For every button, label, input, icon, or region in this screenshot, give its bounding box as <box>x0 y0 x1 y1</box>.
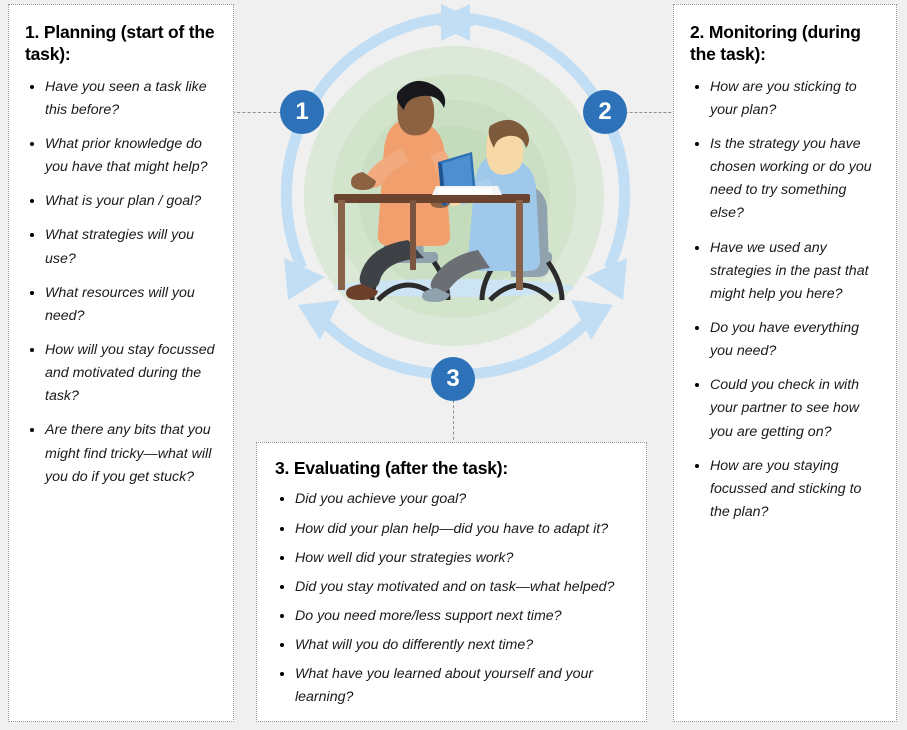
list-item: What have you learned about yourself and… <box>275 663 628 709</box>
list-item: What prior knowledge do you have that mi… <box>25 133 217 179</box>
step-badge-1-label: 1 <box>295 98 309 125</box>
desk-notebook <box>438 188 492 194</box>
panel-evaluating-list: Did you achieve your goal? How did your … <box>275 488 628 709</box>
step-badge-1[interactable]: 1 <box>280 90 324 134</box>
desk-leg-mid <box>410 200 416 270</box>
list-item: How well did your strategies work? <box>275 547 628 570</box>
list-item: Have we used any strategies in the past … <box>690 237 880 306</box>
panel-monitoring: 2. Monitoring (during the task): How are… <box>673 4 897 722</box>
panel-planning-list: Have you seen a task like this before? W… <box>25 76 217 489</box>
list-item: Have you seen a task like this before? <box>25 76 217 122</box>
panel-evaluating-title: 3. Evaluating (after the task): <box>275 458 509 478</box>
list-item: What resources will you need? <box>25 282 217 328</box>
panel-planning: 1. Planning (start of the task): Have yo… <box>8 4 234 722</box>
panel-evaluating: 3. Evaluating (after the task): Did you … <box>256 442 647 722</box>
list-item: Did you stay motivated and on task—what … <box>275 576 628 599</box>
list-item: Are there any bits that you might find t… <box>25 419 217 488</box>
step-badge-3[interactable]: 3 <box>431 357 475 401</box>
list-item: Do you need more/less support next time? <box>275 605 628 628</box>
list-item: Is the strategy you have chosen working … <box>690 133 880 226</box>
list-item: Could you check in with your partner to … <box>690 374 880 443</box>
list-item: How did your plan help—did you have to a… <box>275 518 628 541</box>
panel-monitoring-title: 2. Monitoring (during the task): <box>690 22 861 65</box>
panel-planning-title: 1. Planning (start of the task): <box>25 22 215 65</box>
list-item: How are you staying focussed and stickin… <box>690 455 880 524</box>
panel-monitoring-list: How are you sticking to your plan? Is th… <box>690 76 880 524</box>
desk-leg-right <box>516 200 523 290</box>
desk-top <box>334 194 530 203</box>
list-item: What will you do differently next time? <box>275 634 628 657</box>
list-item: How are you sticking to your plan? <box>690 76 880 122</box>
step-badge-2-label: 2 <box>598 98 612 125</box>
infographic-canvas: 1 2 3 1. Planning (start of the task): H… <box>0 0 907 730</box>
desk-leg-left <box>338 200 345 290</box>
step-badge-2[interactable]: 2 <box>583 90 627 134</box>
step-badge-3-label: 3 <box>446 365 460 392</box>
list-item: Do you have everything you need? <box>690 317 880 363</box>
list-item: Did you achieve your goal? <box>275 488 628 511</box>
list-item: How will you stay focussed and motivated… <box>25 339 217 408</box>
list-item: What strategies will you use? <box>25 224 217 270</box>
list-item: What is your plan / goal? <box>25 190 217 213</box>
